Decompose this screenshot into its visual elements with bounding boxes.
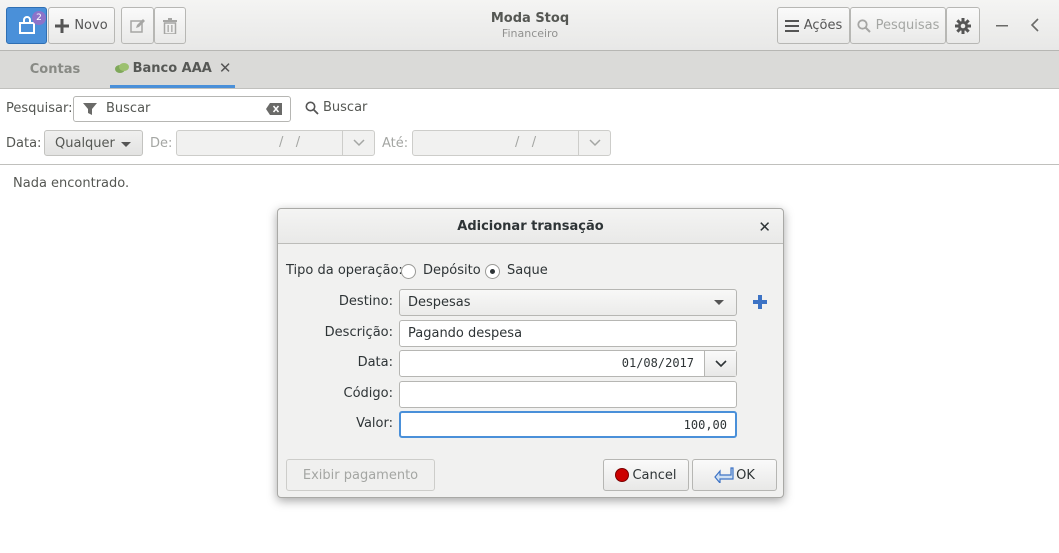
searches-button[interactable]: Pesquisas [850, 7, 946, 44]
money-icon [114, 63, 129, 73]
search-button[interactable]: Buscar [305, 100, 367, 115]
searches-label: Pesquisas [875, 18, 940, 33]
to-date-value: / / [515, 135, 537, 150]
search-label: Pesquisar: [6, 101, 73, 116]
tab-banco-aaa[interactable]: Banco AAA ✕ [110, 51, 235, 88]
clear-icon[interactable] [266, 103, 282, 115]
date-option-select[interactable]: Qualquer [44, 130, 143, 156]
search-icon [857, 18, 871, 33]
settings-button[interactable] [946, 7, 980, 44]
actions-button[interactable]: Ações [777, 7, 850, 44]
ok-label: OK [736, 467, 755, 483]
divider [0, 164, 1059, 165]
empty-results-text: Nada encontrado. [13, 176, 130, 191]
app-title: Moda Stoq [490, 11, 570, 26]
notification-badge: 2 [32, 11, 46, 25]
shopping-bag-button[interactable]: 2 [6, 7, 47, 44]
chevron-down-icon [714, 359, 727, 367]
destination-label: Destino: [338, 294, 393, 309]
amount-field[interactable]: 100,00 [399, 411, 737, 438]
deposit-label: Depósito [423, 263, 481, 278]
code-label: Código: [343, 386, 393, 401]
destination-value: Despesas [408, 295, 471, 310]
trash-icon [163, 17, 177, 34]
date-option-value: Qualquer [55, 135, 115, 151]
new-button-label: Novo [74, 18, 108, 33]
show-payment-button[interactable]: Exibir pagamento [286, 459, 435, 491]
to-label: Até: [382, 136, 409, 151]
close-icon[interactable]: ✕ [758, 218, 771, 236]
tab-banco-aaa-label: Banco AAA [132, 60, 212, 76]
edit-icon [129, 18, 145, 33]
window-title: Moda Stoq Financeiro [430, 11, 630, 40]
ok-button[interactable]: OK [692, 459, 777, 491]
description-value: Pagando despesa [408, 326, 523, 341]
to-date-field[interactable]: / / [412, 130, 611, 156]
chevron-down-icon [588, 139, 601, 147]
chevron-down-icon [121, 142, 131, 147]
chevron-left-icon [1030, 18, 1039, 32]
close-tab-icon[interactable]: ✕ [219, 59, 232, 77]
filter-icon [83, 103, 97, 115]
from-date-value: / / [279, 135, 301, 150]
operation-type-label: Tipo da operação: [286, 263, 403, 278]
gear-icon [955, 17, 971, 34]
app-subtitle: Financeiro [501, 27, 559, 40]
description-label: Descrição: [324, 325, 393, 340]
withdraw-radio[interactable] [485, 264, 500, 279]
destination-select[interactable]: Despesas [399, 289, 737, 316]
search-placeholder: Buscar [106, 101, 151, 116]
from-label: De: [150, 136, 173, 151]
date-label: Data: [357, 355, 393, 370]
delete-button[interactable] [154, 7, 186, 44]
chevron-down-icon [714, 300, 724, 305]
minimize-icon [996, 25, 1008, 27]
edit-button[interactable] [121, 7, 154, 44]
dialog-titlebar: Adicionar transação ✕ [278, 209, 783, 244]
minimize-button[interactable] [990, 13, 1014, 37]
show-payment-label: Exibir pagamento [302, 467, 419, 483]
back-button[interactable] [1023, 13, 1047, 37]
amount-label: Valor: [356, 416, 393, 431]
deposit-radio[interactable] [401, 264, 416, 279]
add-transaction-dialog: Adicionar transação ✕ Tipo da operação: … [277, 208, 784, 498]
actions-label: Ações [803, 18, 843, 33]
search-button-label: Buscar [323, 100, 368, 115]
plus-icon [55, 18, 70, 33]
tab-bar: Contas Banco AAA ✕ [0, 51, 1059, 89]
amount-value: 100,00 [683, 417, 727, 432]
from-date-dropdown[interactable] [342, 131, 374, 155]
cancel-button[interactable]: Cancel [603, 459, 689, 491]
search-input[interactable]: Buscar [73, 96, 291, 122]
tab-contas[interactable]: Contas [0, 51, 110, 88]
add-destination-icon[interactable] [753, 295, 767, 309]
new-button[interactable]: Novo [48, 7, 115, 44]
date-value: 01/08/2017 [621, 356, 694, 370]
to-date-dropdown[interactable] [578, 131, 610, 155]
header-bar: 2 Novo Moda Stoq Financeiro Ações Pesqui… [0, 0, 1059, 51]
search-icon [305, 101, 319, 115]
description-field[interactable]: Pagando despesa [399, 320, 737, 347]
code-field[interactable] [399, 381, 737, 408]
cancel-icon [615, 468, 630, 482]
enter-arrow-icon [714, 467, 734, 483]
dialog-title: Adicionar transação [457, 219, 604, 234]
tab-contas-label: Contas [29, 62, 81, 77]
cancel-label: Cancel [632, 467, 677, 483]
menu-icon [784, 19, 799, 32]
date-picker-button[interactable] [704, 351, 736, 376]
from-date-field[interactable]: / / [176, 130, 375, 156]
chevron-down-icon [352, 139, 365, 147]
withdraw-label: Saque [507, 263, 548, 278]
date-field[interactable]: 01/08/2017 [399, 350, 737, 377]
date-filter-label: Data: [6, 136, 42, 151]
